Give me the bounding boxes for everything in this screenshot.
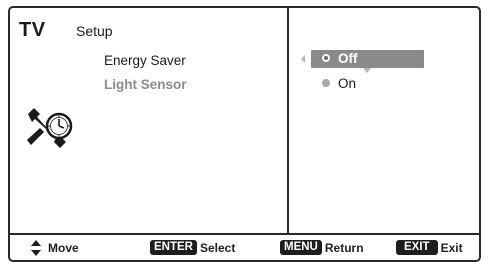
menu-key-badge: MENU	[280, 240, 322, 255]
option-off-label: Off	[338, 51, 358, 66]
option-on-label: On	[338, 76, 357, 91]
up-down-arrows-icon	[31, 240, 41, 256]
menu-item-energy-saver[interactable]: Energy Saver	[104, 53, 186, 68]
radio-unselected-icon	[322, 79, 330, 87]
setup-menu-window: TV Setup Energy Saver Light Sensor Off O…	[8, 6, 481, 262]
wrench-clock-icon	[27, 108, 73, 148]
footer-hint-bar: Move ENTER Select MENU Return EXIT Exit	[10, 233, 479, 260]
return-hint: MENU Return	[280, 240, 364, 256]
return-hint-label: Return	[324, 241, 364, 255]
menu-item-light-sensor: Light Sensor	[104, 77, 187, 92]
option-off[interactable]: Off	[311, 50, 424, 68]
exit-hint: EXIT Exit	[396, 240, 463, 256]
select-hint-label: Select	[199, 241, 236, 255]
select-hint: ENTER Select	[150, 240, 235, 256]
option-on[interactable]: On	[311, 75, 424, 93]
enter-key-badge: ENTER	[150, 240, 197, 255]
exit-key-badge: EXIT	[396, 240, 438, 255]
exit-hint-label: Exit	[440, 241, 463, 255]
section-title: Setup	[76, 23, 113, 39]
left-arrow-icon	[301, 55, 305, 63]
brand-label: TV	[19, 19, 46, 41]
radio-selected-icon	[322, 54, 330, 62]
menu-panel: TV Setup Energy Saver Light Sensor	[10, 8, 289, 235]
options-panel: Off On	[289, 8, 479, 235]
down-arrow-icon	[363, 68, 371, 73]
move-hint: Move	[48, 241, 79, 255]
